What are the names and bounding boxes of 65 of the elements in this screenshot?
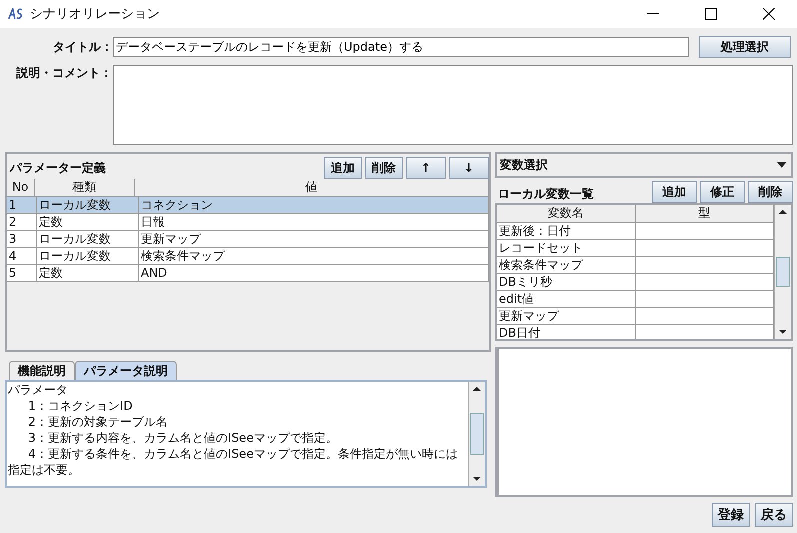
title-label: タイトル： [52,38,113,56]
toolbar-button[interactable]: 修正 [700,181,745,203]
tab[interactable]: パラメータ説明 [75,361,177,380]
help-line: 1：コネクションID [27,398,134,414]
comment-field[interactable] [112,65,793,145]
table-cell: 5 [7,265,37,281]
table-cell: DBミリ秒 [497,274,636,290]
column-header[interactable]: 種類 [35,179,135,196]
table-cell: レコードセット [497,240,636,256]
table-cell: 検索条件マップ [139,248,489,264]
table-cell: 更新マップ [497,308,636,324]
scrollbar-thumb[interactable] [776,257,790,287]
table-row[interactable]: 5 定数 AND [7,265,489,282]
table-row[interactable]: 4 ローカル変数 検索条件マップ [7,248,489,265]
help-line: 4：更新する条件を、カラム名と値のISeeマップで指定。条件指定が無い時には指定は不要。 [8,446,459,478]
help-line: 3：更新する内容を、カラム名と値のISeeマップで指定。 [27,430,339,446]
close-icon[interactable] [763,8,775,20]
column-header[interactable]: 値 [135,179,489,196]
table-cell: 4 [7,248,37,264]
table-cell: 1 [7,197,37,213]
table-cell: 更新後：日付 [497,223,636,239]
toolbar-button[interactable]: 追加 [652,181,697,203]
column-header[interactable]: No [7,179,35,196]
variable-dropdown[interactable]: 変数選択 [495,152,793,178]
table-cell: 検索条件マップ [497,257,636,273]
app-logo-icon [8,8,24,20]
footer-button[interactable]: 登録 [712,503,750,527]
title-field[interactable]: データベーステーブルのレコードを更新（Update）する [113,37,689,57]
table-cell: 定数 [37,214,139,230]
table-cell: ローカル変数 [37,248,139,264]
panel-title: パラメーター定義 [8,160,106,177]
table-cell: 2 [7,214,37,230]
toolbar-button[interactable]: ↓ [449,157,489,179]
table-row[interactable]: 2 定数 日報 [7,214,489,231]
comment-label: 説明・コメント： [15,65,113,82]
footer-button[interactable]: 戻る [755,503,793,527]
dropdown-arrow-icon [777,162,787,168]
scrollbar[interactable] [468,382,485,486]
table-row[interactable]: 1 ローカル変数 コネクション [7,197,489,214]
table-row[interactable]: 3 ローカル変数 更新マップ [7,231,489,248]
table-cell: ローカル変数 [37,197,139,213]
tab[interactable]: 機能説明 [9,361,75,380]
scrollbar[interactable] [774,205,791,339]
select-process-button[interactable]: 処理選択 [699,36,791,58]
toolbar-button[interactable]: 追加 [324,157,362,179]
table-cell: コネクション [139,197,489,213]
table-cell: ローカル変数 [37,231,139,247]
minimize-icon[interactable] [647,13,659,15]
table-cell: 3 [7,231,37,247]
table-cell: AND [139,265,489,281]
scrollbar-thumb[interactable] [470,413,484,455]
table-cell: DB日付 [497,325,636,339]
toolbar-button[interactable]: 削除 [748,181,793,203]
toolbar-button[interactable]: 削除 [365,157,403,179]
table-cell: 更新マップ [139,231,489,247]
help-heading: パラメータ [8,382,69,398]
table-cell: edit値 [497,291,636,307]
table-cell: 日報 [139,214,489,230]
panel-title: ローカル変数一覧 [497,186,594,203]
maximize-icon[interactable] [705,8,717,20]
window-title: シナリオリレーション [30,6,161,23]
column-header[interactable]: 変数名 [497,205,636,222]
table-cell: 定数 [37,265,139,281]
help-line: 2：更新の対象テーブル名 [27,414,170,430]
toolbar-button[interactable]: ↑ [406,157,446,179]
